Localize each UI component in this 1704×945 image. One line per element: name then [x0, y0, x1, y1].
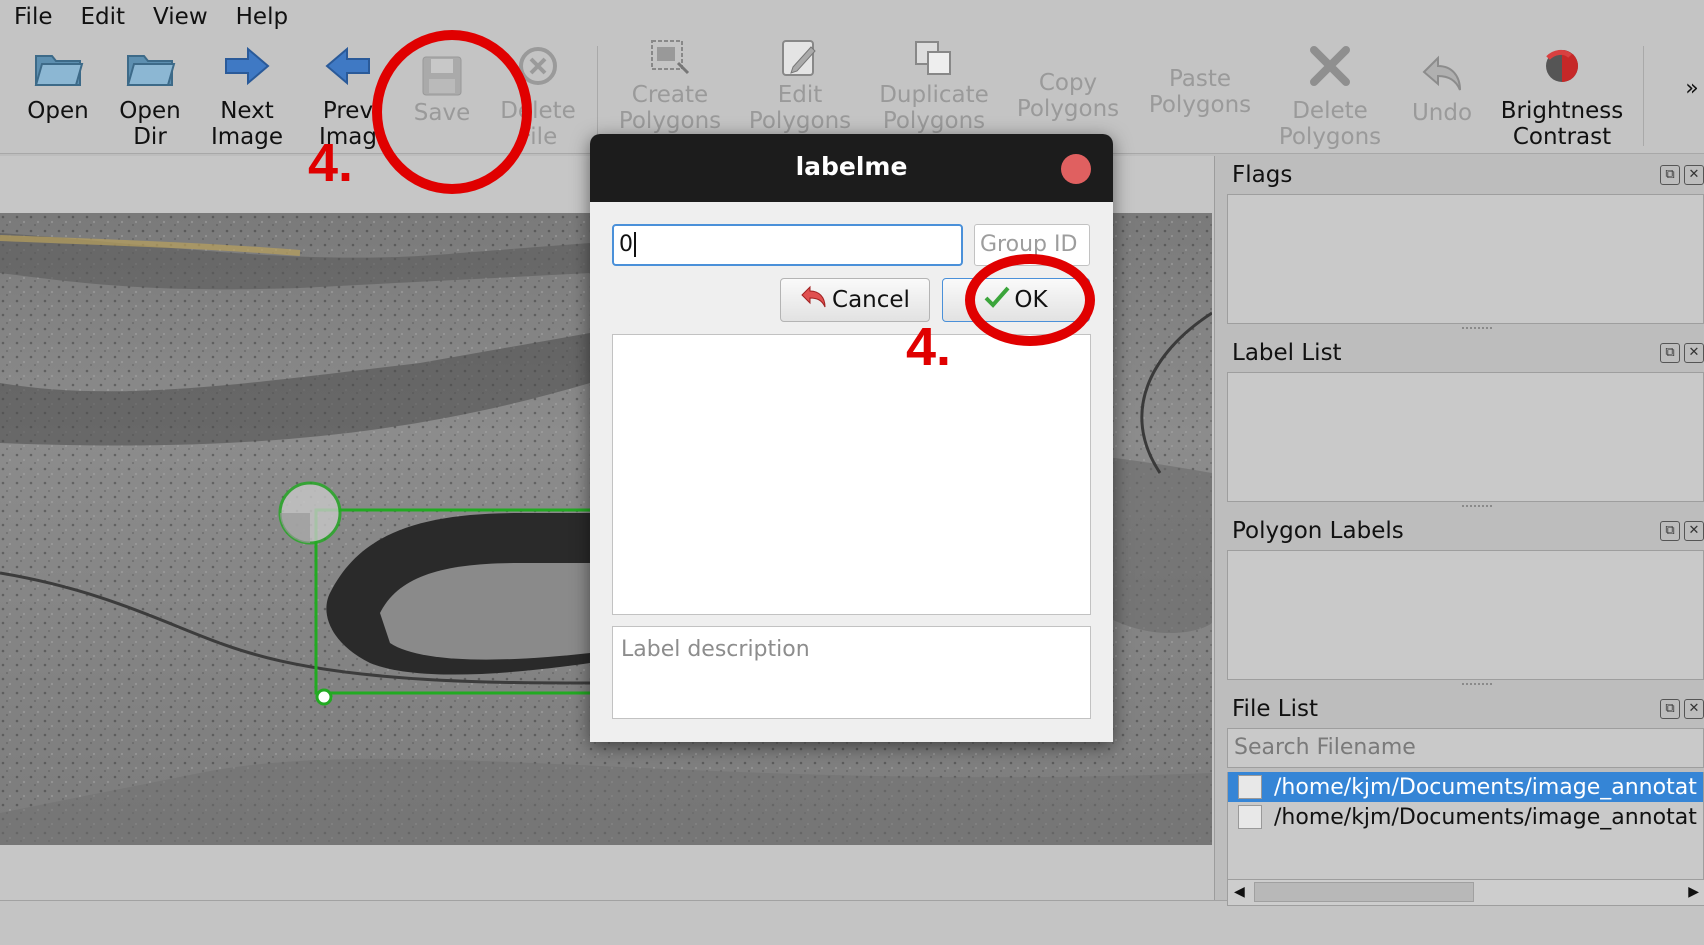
scroll-right-icon[interactable]: ▶: [1688, 884, 1699, 900]
dialog-close-button[interactable]: [1061, 154, 1091, 184]
scrollbar-thumb[interactable]: [1254, 882, 1474, 902]
chevron-double-right-icon: »: [1685, 76, 1699, 101]
search-filename-input[interactable]: Search Filename: [1227, 728, 1704, 768]
label-description-input[interactable]: Label description: [612, 626, 1091, 719]
annotation-step-save: 4.: [308, 133, 354, 193]
edit-polygons-label: Edit Polygons: [748, 82, 852, 134]
close-icon[interactable]: ✕: [1684, 699, 1704, 719]
undo-arrow-icon: [800, 285, 828, 315]
dialog-titlebar: labelme: [590, 134, 1113, 202]
label-input[interactable]: 0: [612, 224, 963, 266]
edit-polygons-button[interactable]: Edit Polygons: [740, 34, 860, 134]
label-list-title: Label List: [1232, 340, 1342, 366]
duplicate-icon: [902, 34, 966, 82]
polygon-labels-title: Polygon Labels: [1232, 518, 1404, 544]
horizontal-scrollbar[interactable]: ◀ ▶: [1228, 879, 1704, 905]
duplicate-polygons-label: Duplicate Polygons: [879, 82, 989, 134]
close-icon[interactable]: ✕: [1684, 165, 1704, 185]
file-row[interactable]: /home/kjm/Documents/image_annotat: [1228, 802, 1703, 832]
right-docks: Flags ⧉ ✕ Label List ⧉ ✕ Polygon Labels ⧉ ✕…: [1222, 156, 1704, 906]
annotation-circle-ok: [965, 254, 1095, 346]
splitter-handle[interactable]: [1462, 327, 1492, 329]
file-list: /home/kjm/Documents/image_annotat /home/…: [1227, 772, 1704, 906]
label-list[interactable]: [1227, 372, 1704, 502]
next-image-label: Next Image: [210, 98, 284, 150]
label-list-dock: Label List ⧉ ✕: [1222, 334, 1704, 507]
edit-icon: [768, 34, 832, 82]
delete-x-icon: [1298, 34, 1362, 98]
status-bar: [0, 900, 1704, 945]
file-list-title: File List: [1232, 696, 1319, 722]
paste-polygons-label: Paste Polygons: [1148, 66, 1252, 118]
create-polygon-icon: [638, 34, 702, 82]
file-list-dock: File List ⧉ ✕ Search Filename /home/kjm/D…: [1222, 690, 1704, 906]
brightness-contrast-label: Brightness Contrast: [1500, 98, 1624, 150]
dialog-title: labelme: [795, 152, 908, 181]
flags-dock: Flags ⧉ ✕: [1222, 156, 1704, 329]
polygon-labels-list[interactable]: [1227, 550, 1704, 680]
paste-polygons-button[interactable]: Paste Polygons: [1138, 34, 1262, 154]
vertex-handle[interactable]: [315, 688, 333, 706]
create-polygons-button[interactable]: Create Polygons: [610, 34, 730, 134]
menubar: File Edit View Help: [0, 0, 1704, 34]
toolbar-overflow-button[interactable]: »: [1680, 34, 1704, 154]
duplicate-polygons-button[interactable]: Duplicate Polygons: [872, 34, 996, 134]
folder-open-icon: [118, 34, 182, 98]
open-label: Open: [27, 98, 89, 124]
undo-label: Undo: [1411, 100, 1473, 126]
open-dir-button[interactable]: Open Dir: [108, 34, 192, 154]
splitter-handle[interactable]: [1462, 683, 1492, 685]
file-row[interactable]: /home/kjm/Documents/image_annotat: [1228, 772, 1703, 802]
float-icon[interactable]: ⧉: [1660, 165, 1680, 185]
annotation-circle-save: [372, 30, 532, 194]
open-button[interactable]: Open: [18, 34, 98, 154]
undo-icon: [1410, 42, 1474, 106]
menu-file[interactable]: File: [0, 0, 67, 34]
file-path: /home/kjm/Documents/image_annotat: [1274, 774, 1697, 800]
brightness-contrast-button[interactable]: Brightness Contrast: [1496, 34, 1628, 154]
toolbar-separator: [597, 46, 598, 146]
menu-view[interactable]: View: [139, 0, 222, 34]
delete-polygons-button[interactable]: Delete Polygons: [1270, 34, 1390, 154]
arrow-left-icon: [316, 34, 380, 98]
file-path: /home/kjm/Documents/image_annotat: [1274, 804, 1697, 830]
flags-list[interactable]: [1227, 194, 1704, 324]
label-input-value: 0: [619, 232, 633, 257]
file-checkbox[interactable]: [1238, 775, 1262, 799]
text-cursor: [634, 232, 636, 257]
scroll-left-icon[interactable]: ◀: [1234, 884, 1245, 900]
create-polygons-label: Create Polygons: [618, 82, 722, 134]
float-icon[interactable]: ⧉: [1660, 521, 1680, 541]
file-checkbox[interactable]: [1238, 805, 1262, 829]
toolbar-separator: [1643, 46, 1644, 146]
brightness-contrast-icon: [1530, 34, 1594, 98]
arrow-right-icon: [215, 34, 279, 98]
next-image-button[interactable]: Next Image: [200, 34, 294, 154]
polygon-labels-dock: Polygon Labels ⧉ ✕: [1222, 512, 1704, 685]
float-icon[interactable]: ⧉: [1660, 699, 1680, 719]
label-suggestion-list[interactable]: [612, 334, 1091, 615]
delete-polygons-label: Delete Polygons: [1278, 98, 1382, 150]
copy-polygons-label: Copy Polygons: [1016, 70, 1120, 122]
float-icon[interactable]: ⧉: [1660, 343, 1680, 363]
flags-title: Flags: [1232, 162, 1293, 188]
labelme-window: File Edit View Help Open Open Dir Next I…: [0, 0, 1704, 945]
close-icon[interactable]: ✕: [1684, 343, 1704, 363]
menu-edit[interactable]: Edit: [67, 0, 140, 34]
menu-help[interactable]: Help: [222, 0, 302, 34]
annotation-step-ok: 4.: [906, 317, 952, 377]
cancel-label: Cancel: [832, 287, 910, 313]
folder-open-icon: [26, 34, 90, 98]
splitter-handle[interactable]: [1462, 505, 1492, 507]
undo-button[interactable]: Undo: [1400, 34, 1484, 154]
close-icon[interactable]: ✕: [1684, 521, 1704, 541]
label-dialog: labelme 0 Group ID Cancel OK Label descr…: [590, 134, 1113, 742]
open-dir-label: Open Dir: [119, 98, 181, 150]
